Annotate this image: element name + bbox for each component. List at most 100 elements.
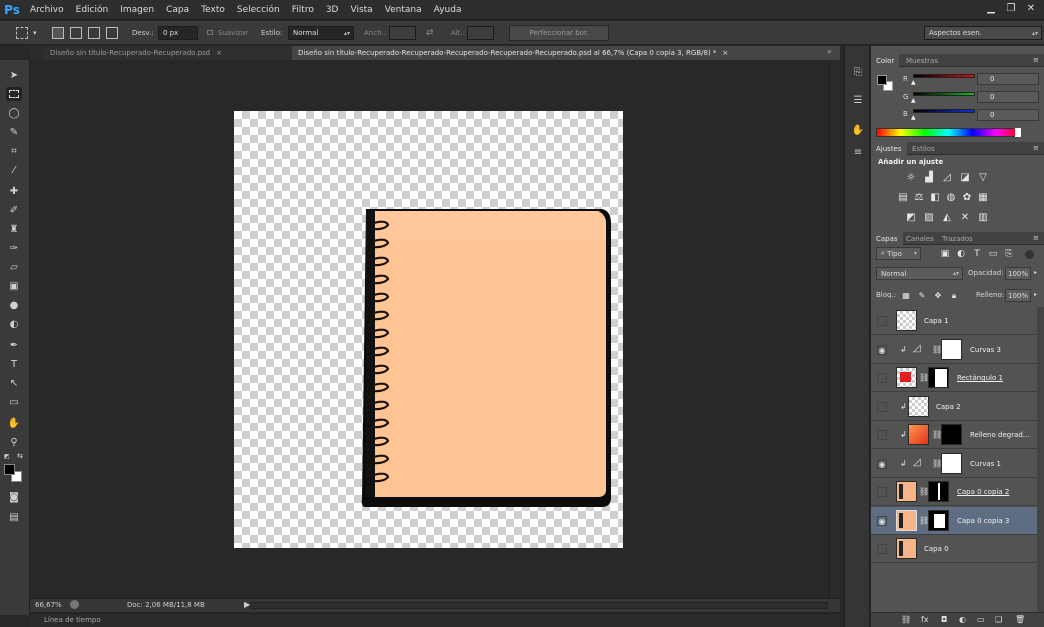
filter-smart-object-icon[interactable]: ⎘ <box>1003 248 1015 259</box>
layer-name[interactable]: Capa 1 <box>924 307 949 335</box>
tab-muestras[interactable]: Muestras <box>901 54 943 67</box>
menu-seleccion[interactable]: Selección <box>237 5 280 15</box>
menu-3d[interactable]: 3D <box>326 5 339 15</box>
vertical-scrollbar[interactable] <box>829 60 840 598</box>
gradient-tool-icon[interactable]: ▣ <box>6 279 22 293</box>
add-selection-icon[interactable] <box>70 27 82 39</box>
eye-icon[interactable]: ◉ <box>877 345 887 355</box>
exposure-icon[interactable]: ◪ <box>959 172 971 183</box>
menu-capa[interactable]: Capa <box>166 5 189 15</box>
channel-b-value[interactable]: 0 <box>977 109 1039 121</box>
layer-mask-thumbnail[interactable] <box>941 453 962 474</box>
pen-tool-icon[interactable]: ✒ <box>6 338 22 352</box>
tab-estilos[interactable]: Estilos <box>907 142 940 155</box>
menu-imagen[interactable]: Imagen <box>120 5 154 15</box>
filter-type-icon[interactable]: T <box>971 248 983 259</box>
layer-mask-thumbnail[interactable] <box>941 339 962 360</box>
filter-shape-icon[interactable]: ▭ <box>987 248 999 259</box>
crop-tool-icon[interactable]: ⌗ <box>6 144 22 158</box>
tab-canales[interactable]: Canales <box>901 232 939 245</box>
rectangle-tool-icon[interactable]: ▭ <box>6 395 22 409</box>
levels-icon[interactable]: ▟ <box>923 172 935 183</box>
eye-icon[interactable]: ◉ <box>877 516 887 526</box>
screen-mode-icon[interactable]: ▤ <box>6 510 22 524</box>
menu-texto[interactable]: Texto <box>201 5 225 15</box>
restore-icon[interactable]: ❐ <box>1004 2 1018 14</box>
close-icon[interactable]: × <box>216 49 222 57</box>
filter-adjustment-icon[interactable]: ◐ <box>955 248 967 259</box>
layer-row-capa-0-copia-2[interactable]: ⛓︎ Capa 0 copia 2 <box>871 478 1037 506</box>
eye-icon[interactable]: ◉ <box>877 459 887 469</box>
tool-presets-icon[interactable]: ✋ <box>851 124 865 137</box>
foreground-color-swatch[interactable] <box>4 464 15 475</box>
channel-g-slider[interactable] <box>913 92 975 96</box>
default-colors-icon[interactable]: ◩ <box>4 453 10 460</box>
layer-name[interactable]: Capa 0 <box>924 535 949 563</box>
type-tool-icon[interactable]: T <box>6 357 22 371</box>
width-input[interactable] <box>389 26 416 40</box>
properties-panel-icon[interactable]: ☰ <box>851 94 865 107</box>
color-spectrum-ramp[interactable] <box>876 128 1021 137</box>
layer-style-icon[interactable]: fx <box>921 615 929 624</box>
swap-colors-icon[interactable]: ⇆ <box>17 452 23 460</box>
layer-row-relleno-degradado[interactable]: ↲ ⛓︎ Relleno degrad... <box>871 421 1037 449</box>
channel-g-value[interactable]: 0 <box>977 91 1039 103</box>
layer-row-capa-0-copia-3[interactable]: ◉ ⛓︎ Capa 0 copia 3 <box>871 507 1037 535</box>
color-balance-icon[interactable]: ⚖ <box>913 192 925 203</box>
channel-b-slider[interactable] <box>913 109 975 113</box>
close-icon[interactable]: × <box>722 49 728 57</box>
layer-mask-thumbnail[interactable] <box>928 367 949 388</box>
layer-name[interactable]: Capa 0 copia 2 <box>957 478 1009 506</box>
black-white-icon[interactable]: ◧ <box>929 192 941 203</box>
layer-name[interactable]: Relleno degrad... <box>970 421 1029 449</box>
chevron-right-icon[interactable]: ▸ <box>1034 291 1037 298</box>
layer-name[interactable]: Rectángulo 1 <box>957 364 1003 392</box>
tab-color[interactable]: Color <box>871 54 900 67</box>
feather-input[interactable]: 0 px <box>158 26 198 40</box>
panel-menu-icon[interactable]: ≡ <box>1033 56 1039 64</box>
hand-tool-icon[interactable]: ✋ <box>6 416 22 430</box>
eyedropper-tool-icon[interactable]: ⁄ <box>6 163 22 177</box>
minimize-icon[interactable]: ▁ <box>984 2 998 14</box>
slider-thumb-icon[interactable]: ▲ <box>911 97 916 104</box>
zoom-tool-icon[interactable]: ⚲ <box>6 435 22 449</box>
timeline-panel-bar[interactable]: Línea de tiempo <box>30 613 840 627</box>
move-tool-icon[interactable]: ➤ <box>6 68 22 82</box>
menu-ayuda[interactable]: Ayuda <box>434 5 462 15</box>
channel-r-slider[interactable] <box>913 74 975 78</box>
lock-transparency-icon[interactable]: ▦ <box>900 290 912 301</box>
layers-scrollbar[interactable] <box>1037 307 1044 612</box>
layer-row-capa-2[interactable]: ↲ Capa 2 <box>871 393 1037 421</box>
menu-ventana[interactable]: Ventana <box>385 5 422 15</box>
refine-edge-button[interactable]: Perfeccionar bor. <box>509 25 609 41</box>
layer-name[interactable]: Curvas 1 <box>970 450 1001 478</box>
spectrum-white-swatch[interactable] <box>1015 128 1021 137</box>
menu-filtro[interactable]: Filtro <box>292 5 314 15</box>
antialias-checkbox[interactable]: ☐ <box>207 26 213 40</box>
collapse-panels-icon[interactable]: » <box>827 47 832 56</box>
slider-thumb-icon[interactable]: ▲ <box>911 79 916 86</box>
history-brush-tool-icon[interactable]: ✑ <box>6 241 22 255</box>
brush-presets-icon[interactable]: ≡ <box>851 146 865 159</box>
layer-row-curvas-3[interactable]: ◉ ↲ ◿ ⛓︎ Curvas 3 <box>871 336 1037 364</box>
style-select[interactable]: Normal ▴▾ <box>288 26 354 40</box>
add-mask-icon[interactable]: ◘ <box>941 615 947 624</box>
layer-name[interactable]: Capa 0 copia 3 <box>957 507 1009 535</box>
photo-filter-icon[interactable]: ◍ <box>945 192 957 203</box>
horizontal-scrollbar[interactable] <box>250 602 828 609</box>
layer-mask-thumbnail[interactable] <box>928 510 949 531</box>
tab-document-2[interactable]: Diseño sin título-Recuperado-Recuperado-… <box>292 46 840 60</box>
color-lookup-icon[interactable]: ▦ <box>977 192 989 203</box>
channel-mixer-icon[interactable]: ✿ <box>961 192 973 203</box>
threshold-icon[interactable]: ◭ <box>941 212 953 223</box>
opacity-input[interactable]: 100% <box>1005 267 1031 280</box>
filter-toggle-switch[interactable] <box>1025 250 1034 259</box>
menu-edicion[interactable]: Edición <box>76 5 109 15</box>
chevron-right-icon[interactable]: ▸ <box>1034 269 1037 276</box>
blur-tool-icon[interactable]: ● <box>6 298 22 312</box>
chevron-down-icon[interactable]: ▾ <box>33 26 37 40</box>
subtract-selection-icon[interactable] <box>88 27 100 39</box>
filter-pixel-icon[interactable]: ▣ <box>939 248 951 259</box>
panel-menu-icon[interactable]: ≡ <box>1033 144 1039 152</box>
new-selection-icon[interactable] <box>52 27 64 39</box>
